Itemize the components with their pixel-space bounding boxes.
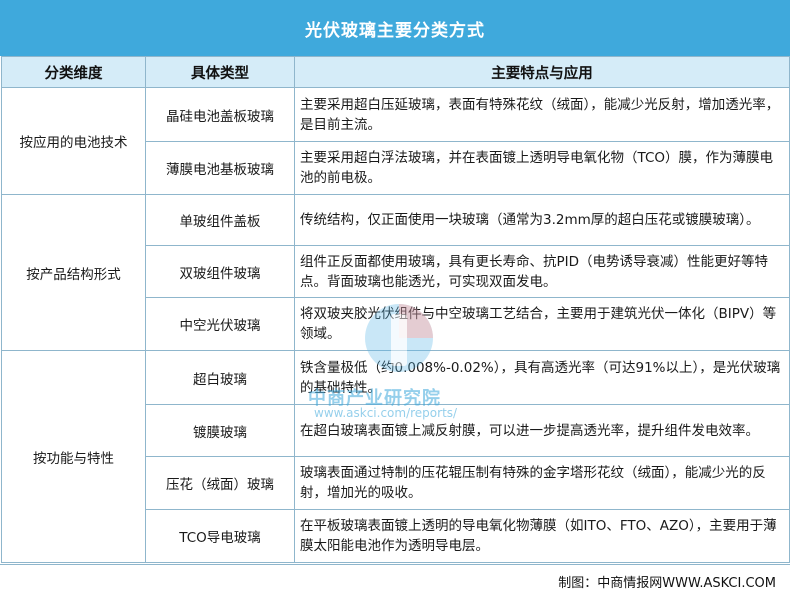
type-cell: 双玻组件玻璃 [145,245,295,298]
description-cell: 玻璃表面通过特制的压花辊压制有特殊的金字塔形花纹（绒面），能减少光的反射，增加光… [294,456,790,510]
description-cell: 在平板玻璃表面镀上透明的导电氧化物薄膜（如ITO、FTO、AZO），主要用于薄膜… [294,509,790,563]
page-title: 光伏玻璃主要分类方式 [0,0,790,56]
description-cell: 传统结构，仅正面使用一块玻璃（通常为3.2mm厚的超白压花或镀膜玻璃）。 [294,194,790,246]
type-cell: TCO导电玻璃 [145,509,295,563]
dimension-cell: 按功能与特性 [1,350,146,563]
description-cell: 主要采用超白压延玻璃，表面有特殊花纹（绒面），能减少光反射，增加透光率，是目前主… [294,87,790,142]
description-cell: 组件正反面都使用玻璃，具有更长寿命、抗PID（电势诱导衰减）性能更好等特点。背面… [294,245,790,298]
table-row: 按功能与特性 超白玻璃 铁含量极低（约0.008%-0.02%），具有高透光率（… [1,350,790,563]
table-row: 按产品结构形式 单玻组件盖板 传统结构，仅正面使用一块玻璃（通常为3.2mm厚的… [1,194,790,351]
type-cell: 镀膜玻璃 [145,404,295,457]
description-cell: 将双玻夹胶光伏组件与中空玻璃工艺结合，主要用于建筑光伏一体化（BIPV）等领域。 [294,297,790,351]
footer-credit: 制图：中商情报网WWW.ASKCI.COM [0,564,790,597]
type-cell: 超白玻璃 [145,350,295,405]
type-cell: 薄膜电池基板玻璃 [145,141,295,195]
type-cell: 压花（绒面）玻璃 [145,456,295,510]
table-row: 按应用的电池技术 晶硅电池盖板玻璃 主要采用超白压延玻璃，表面有特殊花纹（绒面）… [1,87,790,195]
classification-table: 分类维度 具体类型 主要特点与应用 按应用的电池技术 晶硅电池盖板玻璃 主要采用… [1,56,790,563]
table-header-row: 分类维度 具体类型 主要特点与应用 [1,56,790,88]
dimension-cell: 按产品结构形式 [1,194,146,351]
header-type: 具体类型 [145,56,295,88]
header-dimension: 分类维度 [1,56,146,88]
type-cell: 单玻组件盖板 [145,194,295,246]
dimension-cell: 按应用的电池技术 [1,87,146,195]
type-cell: 中空光伏玻璃 [145,297,295,351]
description-cell: 在超白玻璃表面镀上减反射膜，可以进一步提高透光率，提升组件发电效率。 [294,404,790,457]
description-cell: 主要采用超白浮法玻璃，并在表面镀上透明导电氧化物（TCO）膜，作为薄膜电池的前电… [294,141,790,195]
description-cell: 铁含量极低（约0.008%-0.02%），具有高透光率（可达91%以上），是光伏… [294,350,790,405]
header-features: 主要特点与应用 [294,56,790,88]
type-cell: 晶硅电池盖板玻璃 [145,87,295,142]
